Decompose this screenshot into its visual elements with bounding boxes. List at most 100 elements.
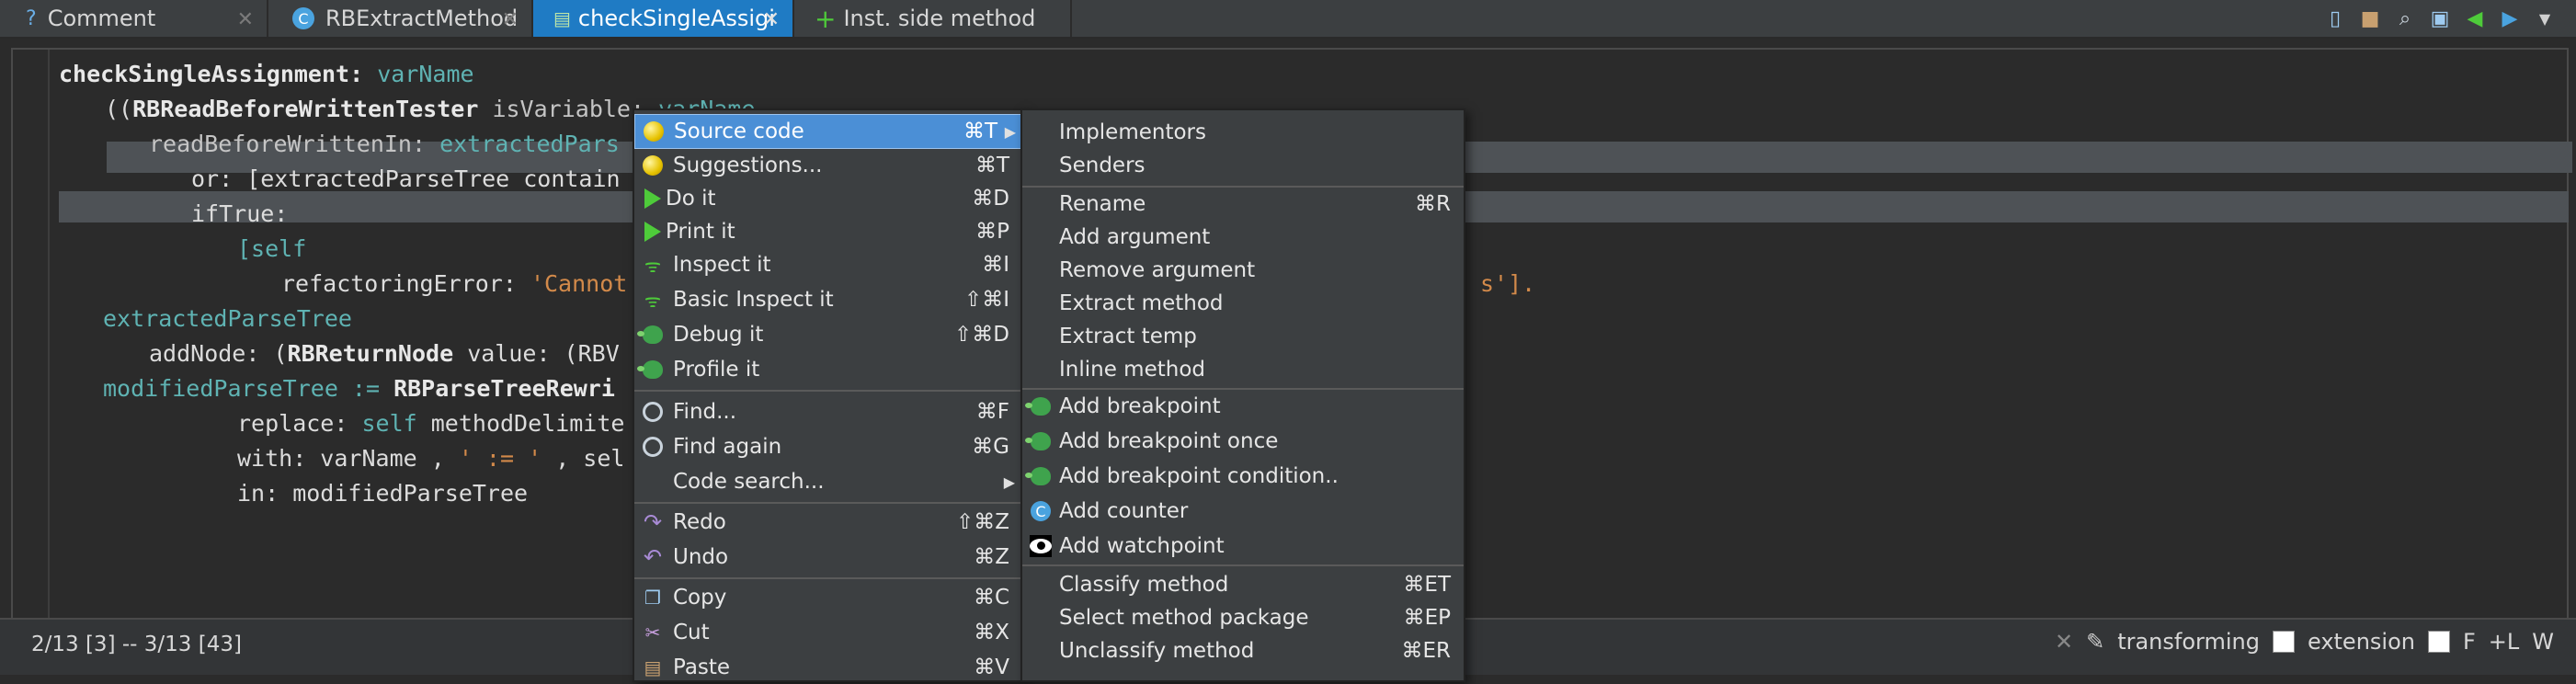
- code-line: [self: [237, 235, 307, 262]
- counter-icon: C: [1030, 500, 1052, 522]
- menu-item-senders[interactable]: Senders: [1022, 149, 1464, 182]
- menu-item-add-counter[interactable]: C Add counter: [1022, 495, 1464, 528]
- add-icon: +: [815, 3, 837, 34]
- menu-item-inline-method[interactable]: Inline method: [1022, 353, 1464, 386]
- menu-item-add-breakpoint[interactable]: Add breakpoint: [1022, 390, 1464, 423]
- play-icon: [642, 188, 664, 210]
- menu-item-profile-it[interactable]: Profile it: [634, 353, 1022, 386]
- eye-icon: [1030, 535, 1052, 557]
- menu-item-inspect-it[interactable]: ᯤ Inspect it ⌘I: [634, 248, 1022, 281]
- copy-icon: ❐: [644, 587, 661, 609]
- method-icon: ▤: [553, 7, 571, 29]
- menu-divider: [634, 577, 1022, 579]
- tab-bar: ? Comment ✕ C RBExtractMethod ✕ ▤ checkS…: [0, 0, 2576, 39]
- back-arrow-icon[interactable]: ◀: [2462, 6, 2488, 31]
- cursor-position: 2/13 [3] -- 3/13 [43]: [31, 633, 242, 656]
- l-label[interactable]: +L: [2489, 629, 2519, 655]
- code-line: replace: self methodDelimite: [237, 410, 625, 437]
- cherries-icon: ᯤ: [644, 289, 662, 312]
- menu-item-add-breakpoint-once[interactable]: Add breakpoint once: [1022, 425, 1464, 458]
- code-line: checkSingleAssignment: varName: [59, 61, 474, 87]
- redo-icon: ↷: [643, 509, 663, 535]
- class-icon: C: [292, 7, 314, 29]
- tab-label: Inst. side method: [843, 6, 1036, 31]
- menu-item-implementors[interactable]: Implementors: [1022, 116, 1464, 149]
- yellow-ball-icon: [643, 120, 665, 142]
- tab-checksingleassignment[interactable]: ▤ checkSingleAssigi ✕: [533, 0, 792, 37]
- submenu-arrow-icon: ▶: [1003, 473, 1015, 491]
- extension-label: extension: [2307, 629, 2415, 655]
- menu-item-redo[interactable]: ↷ Redo ⇧⌘Z: [634, 506, 1022, 539]
- context-menu: Source code ⌘T ▶ Suggestions... ⌘T Do it ⌘D …: [633, 108, 1024, 682]
- bug-icon: [1025, 465, 1052, 487]
- menu-item-find[interactable]: Find... ⌘F: [634, 395, 1022, 428]
- transforming-label: transforming: [2117, 629, 2260, 655]
- forward-arrow-icon[interactable]: ▶: [2497, 6, 2523, 31]
- close-icon[interactable]: ✕: [2055, 629, 2073, 655]
- chevron-down-icon[interactable]: ▼: [2532, 6, 2558, 31]
- f-label: F: [2462, 629, 2476, 655]
- bug-icon: [1025, 395, 1052, 417]
- menu-item-remove-argument[interactable]: Remove argument: [1022, 254, 1464, 287]
- menu-item-paste[interactable]: ▤ Paste ⌘V: [634, 651, 1022, 684]
- package-icon[interactable]: ■: [2357, 6, 2383, 31]
- menu-item-undo[interactable]: ↶ Undo ⌘Z: [634, 541, 1022, 574]
- f-checkbox[interactable]: [2427, 631, 2450, 653]
- close-icon[interactable]: ✕: [502, 8, 519, 31]
- menu-item-do-it[interactable]: Do it ⌘D: [634, 182, 1022, 215]
- code-line: with: varName , ' := ' , sel: [237, 445, 625, 472]
- magnifier-icon: [642, 401, 664, 423]
- menu-item-classify-method[interactable]: Classify method ⌘ET: [1022, 568, 1464, 601]
- menu-item-copy[interactable]: ❐ Copy ⌘C: [634, 581, 1022, 614]
- tab-inst-side-method[interactable]: + Inst. side method: [794, 0, 1070, 37]
- tab-rbextractmethod[interactable]: C RBExtractMethod ✕: [268, 0, 531, 37]
- yellow-ball-icon: [642, 154, 664, 177]
- code-line: addNode: (RBReturnNode value: (RBV: [149, 340, 620, 367]
- help-icon: ?: [26, 6, 37, 30]
- menu-item-unclassify-method[interactable]: Unclassify method ⌘ER: [1022, 634, 1464, 667]
- menu-item-debug-it[interactable]: Debug it ⇧⌘D: [634, 318, 1022, 351]
- menu-item-code-search[interactable]: Code search... ▶: [634, 465, 1022, 498]
- pencil-icon: ✎: [2086, 629, 2105, 655]
- menu-item-add-argument[interactable]: Add argument: [1022, 221, 1464, 254]
- menu-item-source-code[interactable]: Source code ⌘T ▶: [634, 114, 1024, 149]
- menu-item-select-method-package[interactable]: Select method package ⌘EP: [1022, 601, 1464, 634]
- search-icon[interactable]: ⌕: [2392, 6, 2418, 31]
- bug-icon: [1025, 430, 1052, 452]
- extension-checkbox[interactable]: [2272, 631, 2295, 653]
- menu-item-rename[interactable]: Rename ⌘R: [1022, 188, 1464, 221]
- menu-divider: [634, 502, 1022, 504]
- close-icon[interactable]: ✕: [237, 8, 254, 31]
- browse-icon[interactable]: ▯: [2322, 6, 2348, 31]
- tab-comment[interactable]: ? Comment ✕: [0, 0, 267, 37]
- menu-item-cut[interactable]: ✂ Cut ⌘X: [634, 616, 1022, 649]
- cherries-icon: ᯤ: [644, 254, 662, 277]
- code-line: readBeforeWrittenIn: extractedPars: [149, 131, 620, 157]
- code-line: in: modifiedParseTree: [237, 480, 529, 507]
- bug-icon: [637, 359, 664, 381]
- tab-label: RBExtractMethod: [325, 6, 519, 31]
- menu-item-extract-temp[interactable]: Extract temp: [1022, 320, 1464, 353]
- bug-icon: [637, 324, 664, 346]
- new-window-icon[interactable]: ▣: [2427, 6, 2453, 31]
- close-icon[interactable]: ✕: [763, 8, 780, 31]
- menu-item-print-it[interactable]: Print it ⌘P: [634, 215, 1022, 248]
- source-code-submenu: Implementors Senders Rename ⌘R Add argume…: [1020, 108, 1465, 682]
- menu-divider: [1022, 564, 1464, 566]
- toolbar-icons: ▯ ■ ⌕ ▣ ◀ ▶ ▼: [2322, 4, 2558, 33]
- code-line: modifiedParseTree := RBParseTreeRewri: [103, 375, 615, 402]
- code-line: extractedParseTree: [103, 305, 352, 332]
- menu-divider: [634, 390, 1022, 392]
- menu-item-basic-inspect-it[interactable]: ᯤ Basic Inspect it ⇧⌘I: [634, 283, 1022, 316]
- menu-item-add-breakpoint-condition[interactable]: Add breakpoint condition..: [1022, 460, 1464, 493]
- magnifier-icon: [642, 436, 664, 458]
- menu-item-find-again[interactable]: Find again ⌘G: [634, 430, 1022, 463]
- code-line-tail: s'].: [1480, 270, 1536, 297]
- menu-item-suggestions[interactable]: Suggestions... ⌘T: [634, 149, 1022, 182]
- menu-item-add-watchpoint[interactable]: Add watchpoint: [1022, 530, 1464, 563]
- undo-icon: ↶: [643, 544, 663, 570]
- paste-icon: ▤: [644, 656, 662, 678]
- menu-item-extract-method[interactable]: Extract method: [1022, 287, 1464, 320]
- w-label[interactable]: W: [2532, 629, 2554, 655]
- code-line: refactoringError: 'Cannot: [281, 270, 628, 297]
